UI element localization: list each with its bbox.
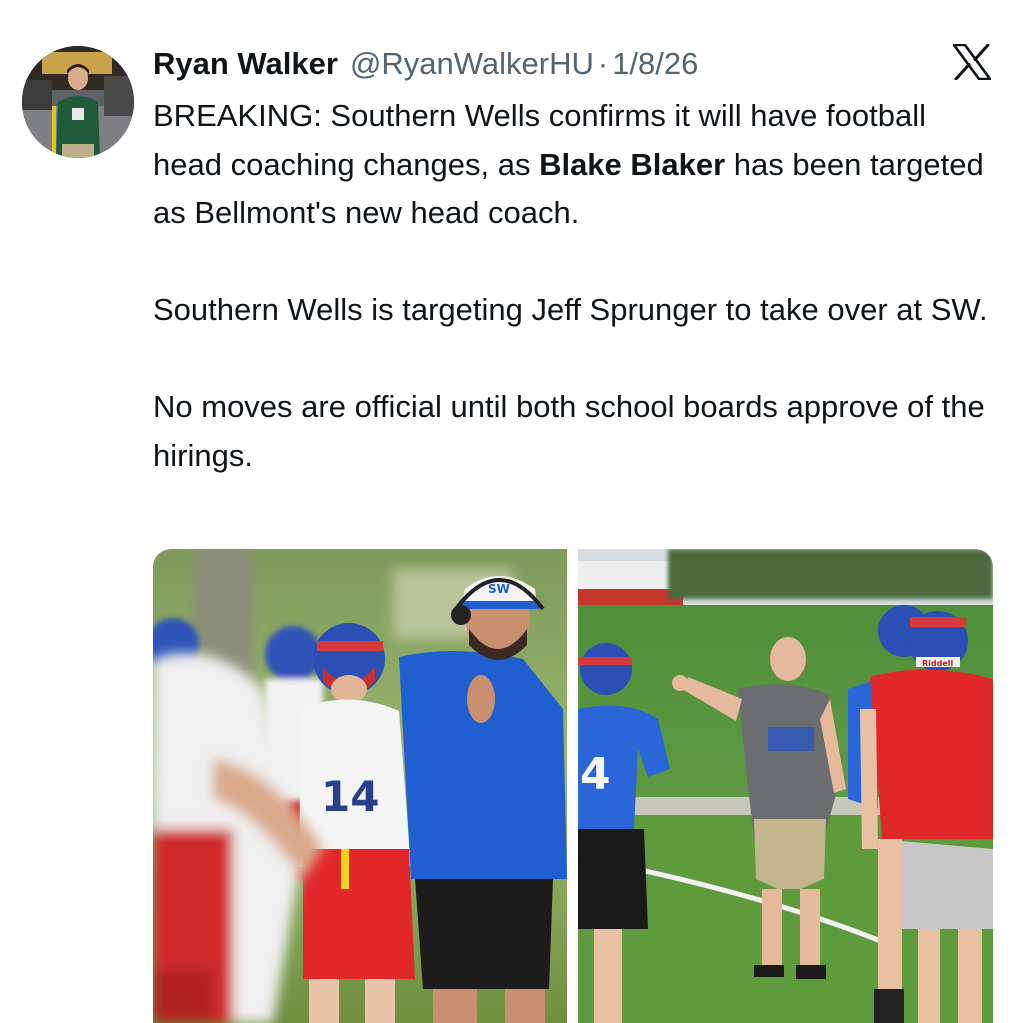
- tweet-paragraph-1: BREAKING: Southern Wells confirms it wil…: [153, 92, 1003, 238]
- tweet-text: BREAKING: Southern Wells confirms it wil…: [153, 92, 1003, 480]
- media-photo-left[interactable]: 14 SW: [153, 549, 567, 1023]
- header-separator: ·: [597, 46, 609, 81]
- avatar-photo: [22, 46, 134, 158]
- tweet[interactable]: Ryan Walker @RyanWalkerHU · 1/8/26 BREAK…: [0, 0, 1015, 1023]
- tweet-media: 14 SW 4 Riddell: [153, 549, 993, 1023]
- user-handle[interactable]: @RyanWalkerHU: [350, 46, 594, 82]
- tweet-paragraph-2: Southern Wells is targeting Jeff Sprunge…: [153, 292, 988, 327]
- tweet-header: Ryan Walker @RyanWalkerHU · 1/8/26: [153, 42, 698, 86]
- helmet-brand: Riddell: [922, 659, 954, 668]
- tweet-date[interactable]: 1/8/26: [612, 46, 698, 82]
- media-photo-right[interactable]: 4 Riddell: [578, 549, 993, 1023]
- tweet-paragraph-3: No moves are official until both school …: [153, 389, 985, 473]
- x-logo-icon[interactable]: [952, 43, 992, 81]
- display-name[interactable]: Ryan Walker: [153, 46, 338, 82]
- mention-name: Blake Blaker: [539, 146, 726, 182]
- jersey-number-left: 14: [321, 772, 379, 821]
- avatar[interactable]: [22, 46, 134, 158]
- cap-logo: SW: [488, 582, 510, 596]
- jersey-number-right: 4: [580, 749, 611, 800]
